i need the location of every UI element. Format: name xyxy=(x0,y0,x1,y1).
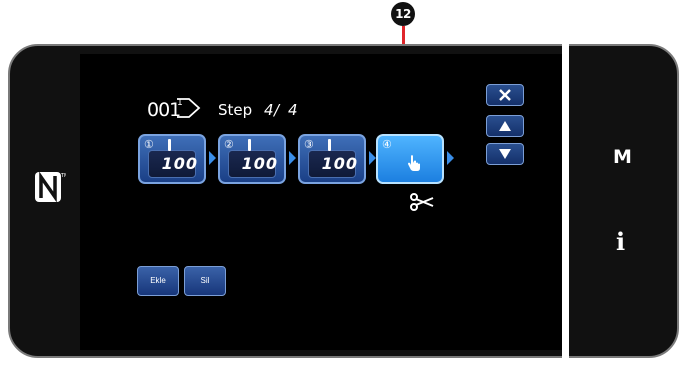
nfc-icon: TM xyxy=(35,171,66,203)
step-button-2[interactable]: ② 100 xyxy=(218,134,286,184)
pattern-diamond-icon: 1 xyxy=(177,98,201,118)
step-label: Step xyxy=(218,101,253,119)
arrow-up-icon xyxy=(499,121,511,131)
step-arrow xyxy=(289,151,296,165)
step-value: 100 xyxy=(161,154,198,173)
step-arrow xyxy=(369,151,376,165)
callout-number: 12 xyxy=(391,2,415,26)
add-step-button[interactable]: Ekle xyxy=(137,266,179,296)
menu-key[interactable]: M xyxy=(613,146,632,168)
svg-text:1: 1 xyxy=(177,98,183,108)
step-total: 4 xyxy=(288,101,298,119)
info-key[interactable]: i xyxy=(616,227,625,256)
scroll-down-button[interactable] xyxy=(486,143,524,165)
step-value: 100 xyxy=(321,154,358,173)
step-separator: / xyxy=(274,101,280,119)
step-arrow xyxy=(209,151,216,165)
step-number: ④ xyxy=(382,139,392,151)
delete-step-button[interactable]: Sil xyxy=(184,266,226,296)
needle-icon xyxy=(168,139,171,151)
close-icon xyxy=(499,89,511,101)
hand-pointer-icon xyxy=(408,155,420,171)
step-arrow xyxy=(447,151,454,165)
scroll-up-button[interactable] xyxy=(486,115,524,137)
step-current: 4 xyxy=(264,101,274,119)
step-button-1[interactable]: ① 100 xyxy=(138,134,206,184)
step-value: 100 xyxy=(241,154,278,173)
close-button[interactable] xyxy=(486,84,524,106)
svg-text:TM: TM xyxy=(60,173,66,179)
arrow-down-icon xyxy=(499,149,511,159)
step-button-3[interactable]: ③ 100 xyxy=(298,134,366,184)
panel-divider xyxy=(562,44,569,358)
needle-icon xyxy=(248,139,251,151)
needle-icon xyxy=(328,139,331,151)
step-button-4-selected[interactable]: ④ xyxy=(376,134,444,184)
scissors-icon xyxy=(410,193,434,211)
